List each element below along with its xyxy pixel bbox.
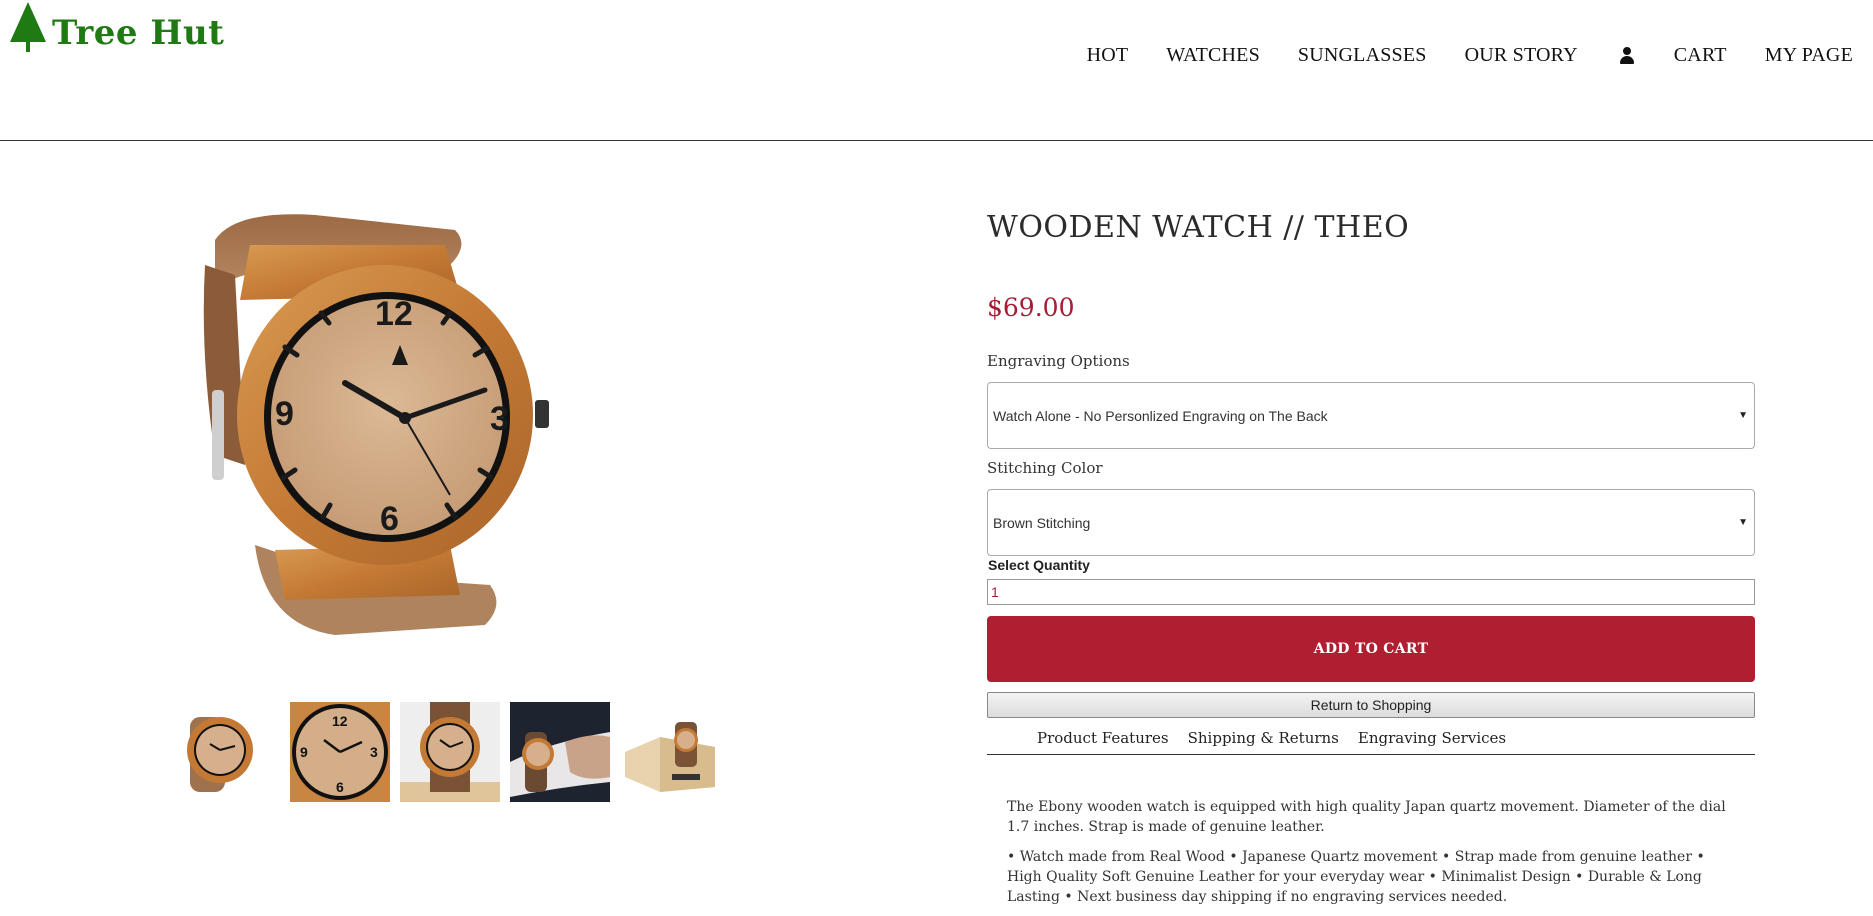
stitching-color-select[interactable]: Brown Stitching ▼ [987,489,1755,556]
description-paragraph: The Ebony wooden watch is equipped with … [1007,799,1726,835]
thumbnail-4[interactable] [510,702,610,802]
stitching-color-label: Stitching Color [987,459,1103,477]
thumbnail-strip: 12 3 6 9 [180,702,730,802]
quantity-label: Select Quantity [988,557,1090,573]
nav-watches[interactable]: WATCHES [1166,44,1260,67]
thumbnail-3[interactable] [400,702,500,802]
svg-text:3: 3 [370,744,378,760]
nav-my-page[interactable]: MY PAGE [1765,44,1853,67]
site-logo[interactable]: Tree Hut [8,2,224,52]
thumbnail-5[interactable] [620,702,720,802]
header-divider [0,140,1873,141]
product-title: WOODEN WATCH // THEO [987,210,1410,245]
product-description: The Ebony wooden watch is equipped with … [987,797,1727,907]
features-paragraph: • Watch made from Real Wood • Japanese Q… [1007,849,1705,905]
dropdown-arrow-icon: ▼ [1738,410,1748,421]
tab-shipping-returns[interactable]: Shipping & Returns [1188,728,1339,754]
svg-text:6: 6 [380,500,399,538]
product-details: WOODEN WATCH // THEO $69.00 Engraving Op… [987,200,1755,907]
engraving-options-label: Engraving Options [987,352,1130,370]
nav-cart[interactable]: CART [1674,44,1727,67]
svg-text:3: 3 [490,400,509,438]
stitching-selected-value: Brown Stitching [993,514,1091,531]
tab-product-features[interactable]: Product Features [1037,728,1169,754]
tree-logo-icon [10,2,46,52]
tab-engraving-services[interactable]: Engraving Services [1358,728,1506,754]
user-icon[interactable] [1618,46,1636,66]
svg-text:12: 12 [375,295,413,333]
nav-our-story[interactable]: OUR STORY [1465,44,1578,67]
main-nav: HOT WATCHES SUNGLASSES OUR STORY CART MY… [1049,44,1853,67]
svg-text:9: 9 [275,395,294,433]
thumbnail-1[interactable] [180,702,280,802]
nav-hot[interactable]: HOT [1087,44,1129,67]
return-to-shopping-button[interactable]: Return to Shopping [987,692,1755,718]
product-main-image: 12 3 6 9 [195,205,575,645]
logo-text: Tree Hut [52,13,225,53]
engraving-selected-value: Watch Alone - No Personlized Engraving o… [993,407,1328,424]
engraving-options-select[interactable]: Watch Alone - No Personlized Engraving o… [987,382,1755,449]
add-to-cart-button[interactable]: ADD TO CART [987,616,1755,682]
svg-text:9: 9 [300,744,308,760]
dropdown-arrow-icon: ▼ [1738,517,1748,528]
product-tabs: Product Features Shipping & Returns Engr… [987,728,1755,755]
thumbnail-2[interactable]: 12 3 6 9 [290,702,390,802]
quantity-input[interactable] [987,579,1755,605]
svg-text:6: 6 [336,779,344,795]
nav-sunglasses[interactable]: SUNGLASSES [1298,44,1427,67]
product-price: $69.00 [987,293,1075,322]
svg-text:12: 12 [332,713,348,729]
